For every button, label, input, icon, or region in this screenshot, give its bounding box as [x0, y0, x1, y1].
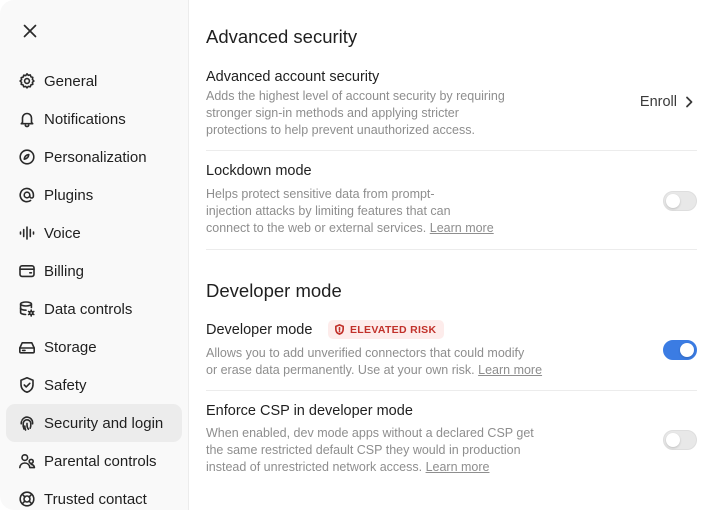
- description-line: the same restricted default CSP they wou…: [206, 443, 521, 457]
- sidebar-item-label: Plugins: [44, 186, 94, 204]
- divider: [206, 390, 697, 391]
- enroll-button[interactable]: Enroll: [640, 94, 695, 110]
- lockdown-mode-toggle[interactable]: [663, 191, 697, 211]
- settings-window: General Notifications Personalization Pl…: [0, 0, 713, 510]
- storage-drive-icon: [18, 338, 36, 356]
- sidebar-item-label: Voice: [44, 224, 81, 242]
- developer-mode-title: Developer mode: [206, 322, 313, 338]
- description-text: instead of unrestricted network access.: [206, 460, 423, 474]
- sidebar-item-voice[interactable]: Voice: [6, 214, 182, 252]
- sidebar-item-label: Trusted contact: [44, 490, 147, 508]
- sidebar-item-label: Storage: [44, 338, 97, 356]
- sidebar-item-label: Data controls: [44, 300, 133, 318]
- description-line: Helps protect sensitive data from prompt…: [206, 187, 435, 201]
- sidebar-item-label: Parental controls: [44, 452, 157, 470]
- personalization-icon: [18, 148, 36, 166]
- developer-mode-description: Allows you to add unverified connectors …: [206, 345, 586, 379]
- description-line: protections to help prevent unauthorized…: [206, 123, 475, 137]
- sidebar-item-personalization[interactable]: Personalization: [6, 138, 182, 176]
- lockdown-mode-description: Helps protect sensitive data from prompt…: [206, 186, 546, 237]
- badge-label: ELEVATED RISK: [350, 323, 437, 336]
- waveform-icon: [18, 224, 36, 242]
- description-line: Allows you to add unverified connectors …: [206, 346, 525, 360]
- developer-mode-toggle[interactable]: [663, 340, 697, 360]
- enroll-label: Enroll: [639, 94, 677, 110]
- description-line: instead of unrestricted network access. …: [206, 459, 586, 476]
- sidebar-item-parental-controls[interactable]: Parental controls: [6, 442, 182, 480]
- sidebar-item-label: Safety: [44, 376, 87, 394]
- gear-icon: [18, 72, 36, 90]
- section-title-advanced-security: Advanced security: [206, 26, 358, 47]
- sidebar-item-data-controls[interactable]: Data controls: [6, 290, 182, 328]
- description-line: When enabled, dev mode apps without a de…: [206, 426, 534, 440]
- description-line: stronger sign-in methods and applying st…: [206, 106, 459, 120]
- advanced-account-security-title: Advanced account security: [206, 69, 380, 85]
- settings-sidebar: General Notifications Personalization Pl…: [0, 0, 189, 510]
- sidebar-item-label: Billing: [44, 262, 85, 280]
- sidebar-item-label: General: [44, 72, 98, 90]
- enforce-csp-title: Enforce CSP in developer mode: [206, 403, 413, 419]
- description-line: injection attacks by limiting features t…: [206, 204, 451, 218]
- enforce-csp-description: When enabled, dev mode apps without a de…: [206, 425, 586, 476]
- wallet-icon: [18, 262, 36, 280]
- lockdown-mode-title: Lockdown mode: [206, 163, 312, 179]
- learn-more-link[interactable]: Learn more: [430, 221, 494, 235]
- sidebar-item-safety[interactable]: Safety: [6, 366, 182, 404]
- sidebar-item-security-and-login[interactable]: Security and login: [6, 404, 182, 442]
- toggle-knob: [680, 343, 694, 357]
- lifebuoy-icon: [18, 490, 36, 508]
- people-icon: [18, 452, 36, 470]
- sidebar-item-label: Personalization: [44, 148, 147, 166]
- database-settings-icon: [18, 300, 36, 318]
- fingerprint-icon: [18, 414, 36, 432]
- sidebar-item-trusted-contact[interactable]: Trusted contact: [6, 480, 182, 510]
- sidebar-item-billing[interactable]: Billing: [6, 252, 182, 290]
- sidebar-item-notifications[interactable]: Notifications: [6, 100, 182, 138]
- section-title-developer-mode: Developer mode: [206, 280, 342, 301]
- bell-icon: [18, 110, 36, 128]
- enforce-csp-toggle[interactable]: [663, 430, 697, 450]
- description-text: connect to the web or external services.: [206, 221, 427, 235]
- settings-nav: General Notifications Personalization Pl…: [6, 62, 182, 510]
- sidebar-item-label: Notifications: [44, 110, 126, 128]
- settings-content: Advanced security Advanced account secur…: [206, 0, 697, 510]
- close-button[interactable]: [16, 18, 44, 44]
- advanced-account-security-description: Adds the highest level of account securi…: [206, 88, 546, 139]
- shield-alert-icon: [335, 324, 344, 335]
- sidebar-item-plugins[interactable]: Plugins: [6, 176, 182, 214]
- divider: [206, 150, 697, 151]
- toggle-knob: [666, 433, 680, 447]
- shield-check-icon: [18, 376, 36, 394]
- sidebar-item-general[interactable]: General: [6, 62, 182, 100]
- close-icon: [23, 24, 37, 38]
- sidebar-item-storage[interactable]: Storage: [6, 328, 182, 366]
- toggle-knob: [666, 194, 680, 208]
- description-line: connect to the web or external services.…: [206, 220, 546, 237]
- learn-more-link[interactable]: Learn more: [478, 363, 542, 377]
- learn-more-link[interactable]: Learn more: [426, 460, 490, 474]
- sidebar-item-label: Security and login: [44, 414, 164, 432]
- description-line: or erase data permanently. Use at your o…: [206, 362, 586, 379]
- at-sign-icon: [18, 186, 36, 204]
- description-text: or erase data permanently. Use at your o…: [206, 363, 475, 377]
- elevated-risk-badge: ELEVATED RISK: [328, 320, 445, 339]
- divider: [206, 249, 697, 250]
- chevron-right-icon: [686, 96, 693, 108]
- description-line: Adds the highest level of account securi…: [206, 89, 505, 103]
